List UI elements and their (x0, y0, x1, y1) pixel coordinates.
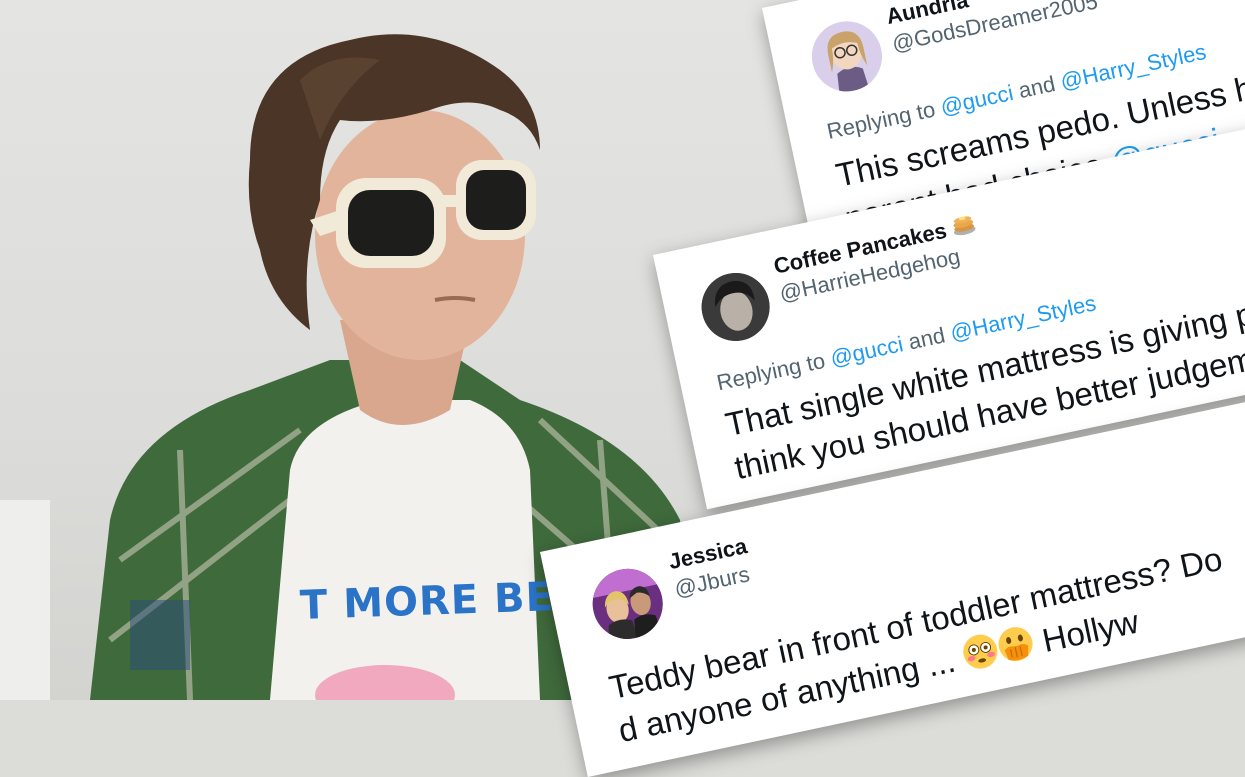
tweet-text: Teddy bear in front of toddler mattress?… (605, 537, 1236, 757)
and-label: and (1010, 69, 1064, 105)
pancake-icon (950, 212, 979, 244)
avatar-photo-icon (586, 562, 670, 646)
mention-link[interactable]: @gucci (938, 80, 1015, 120)
and-label: and (900, 321, 954, 356)
mention-link[interactable]: @gucci (828, 331, 905, 371)
avatar (695, 266, 776, 348)
avatar (805, 14, 889, 98)
avatar (586, 562, 670, 646)
avatar-cartoon-girl-icon (805, 14, 889, 98)
avatar-photo-icon (695, 266, 776, 348)
